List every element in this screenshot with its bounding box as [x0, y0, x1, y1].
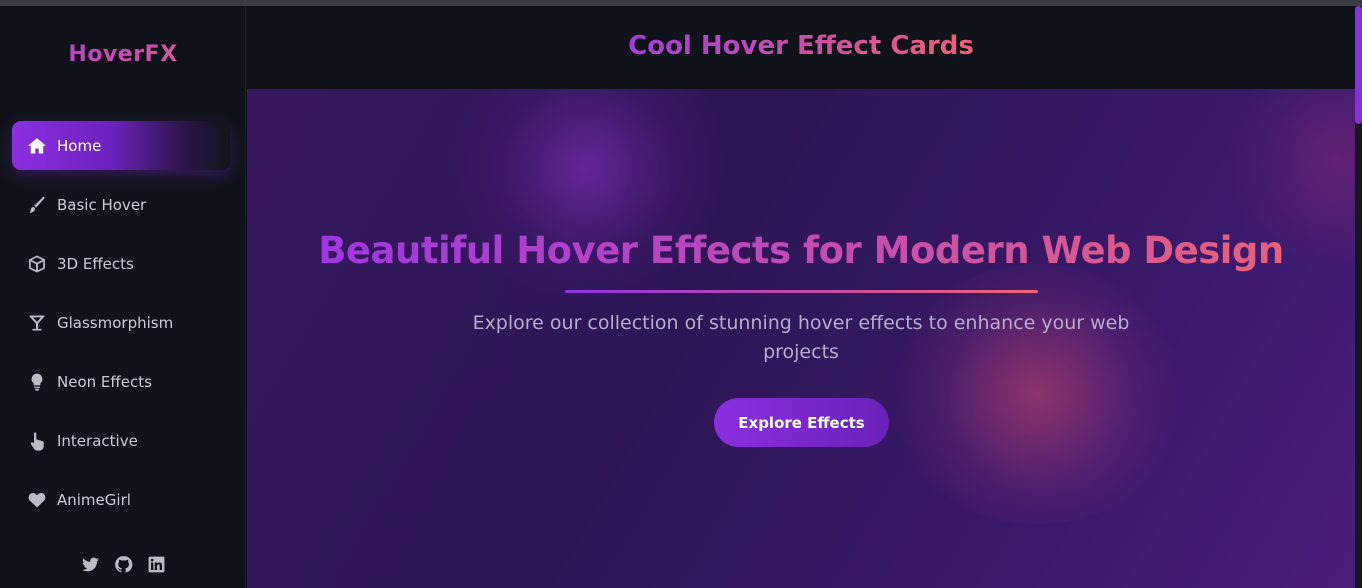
sidebar-nav: Home Basic Hover 3D Effects Glassmorphis… [12, 121, 230, 534]
linkedin-icon[interactable] [146, 554, 166, 574]
hand-pointer-icon [26, 430, 48, 452]
page-title: Cool Hover Effect Cards [628, 30, 974, 61]
sidebar-item-label: Home [57, 136, 102, 155]
hero-section: Beautiful Hover Effects for Modern Web D… [247, 89, 1355, 588]
github-icon[interactable] [113, 554, 133, 574]
sidebar-item-home[interactable]: Home [12, 121, 230, 170]
sidebar-item-glassmorphism[interactable]: Glassmorphism [12, 298, 230, 347]
sidebar-item-animegirl[interactable]: AnimeGirl [12, 475, 230, 524]
sidebar-item-neon-effects[interactable]: Neon Effects [12, 357, 230, 406]
sidebar-item-label: Glassmorphism [57, 313, 174, 332]
cube-icon [26, 253, 48, 275]
sidebar-item-basic-hover[interactable]: Basic Hover [12, 180, 230, 229]
hero-divider [565, 290, 1038, 293]
hero-glow-pink [887, 264, 1187, 524]
social-links [0, 554, 246, 574]
home-icon [26, 135, 48, 157]
sidebar-item-label: AnimeGirl [57, 490, 131, 509]
hero-subtitle: Explore our collection of stunning hover… [472, 312, 1130, 363]
explore-effects-button[interactable]: Explore Effects [714, 398, 889, 447]
sidebar-item-label: Interactive [57, 431, 138, 450]
sidebar: HoverFX Home Basic Hover 3D Effects Glas… [0, 6, 246, 588]
scrollbar-thumb[interactable] [1355, 6, 1362, 124]
brand-logo[interactable]: HoverFX [0, 42, 246, 67]
paintbrush-icon [26, 194, 48, 216]
page-scrollbar[interactable] [1355, 6, 1362, 588]
cocktail-glass-icon [26, 312, 48, 334]
twitter-icon[interactable] [80, 554, 100, 574]
hero-title: Beautiful Hover Effects for Modern Web D… [247, 229, 1355, 272]
sidebar-item-label: Basic Hover [57, 195, 147, 214]
sidebar-item-3d-effects[interactable]: 3D Effects [12, 239, 230, 288]
sidebar-item-label: 3D Effects [57, 254, 134, 273]
sidebar-item-interactive[interactable]: Interactive [12, 416, 230, 465]
sidebar-item-label: Neon Effects [57, 372, 152, 391]
hero-glow-purple [447, 89, 727, 309]
lightbulb-icon [26, 371, 48, 393]
heart-icon [26, 489, 48, 511]
page-header: Cool Hover Effect Cards [247, 6, 1355, 89]
